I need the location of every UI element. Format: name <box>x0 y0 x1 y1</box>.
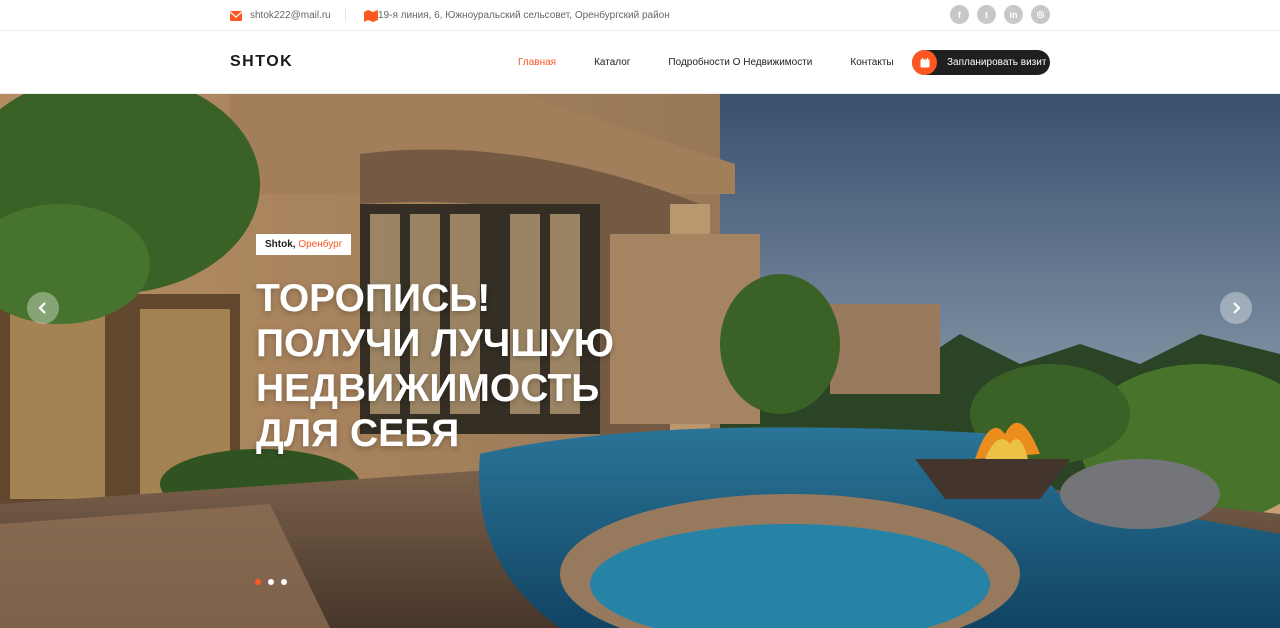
schedule-visit-button[interactable]: Запланировать визит <box>912 50 1050 75</box>
slider-pagination <box>255 579 287 585</box>
social-links: f t in ◎ <box>950 5 1050 24</box>
menu-item-home[interactable]: Главная <box>518 57 556 68</box>
hero-headline: ТОРОПИСЬ! ПОЛУЧИ ЛУЧШУЮ НЕДВИЖИМОСТЬ ДЛЯ… <box>256 276 676 456</box>
address-contact: 19-я линия, 6, Южноуральский сельсовет, … <box>364 0 670 31</box>
slider-next-button[interactable] <box>1220 292 1252 324</box>
tag-brand: Shtok <box>265 239 293 250</box>
top-bar: shtok222@mail.ru 19-я линия, 6, Южноурал… <box>0 0 1280 31</box>
email-text[interactable]: shtok222@mail.ru <box>250 10 331 21</box>
main-navbar: SHTOK Главная Каталог Подробности О Недв… <box>0 31 1280 94</box>
chevron-right-icon <box>1233 302 1241 314</box>
headline-line-1: ТОРОПИСЬ! <box>256 277 491 320</box>
site-logo[interactable]: SHTOK <box>230 53 293 71</box>
headline-line-4: ДЛЯ СЕБЯ <box>256 412 460 455</box>
slider-dot[interactable] <box>268 579 274 585</box>
menu-item-contacts[interactable]: Контакты <box>850 57 893 68</box>
twitter-icon[interactable]: t <box>977 5 996 24</box>
envelope-icon <box>230 10 242 21</box>
tag-city: Оренбург <box>298 239 343 250</box>
menu-item-catalog[interactable]: Каталог <box>594 57 630 68</box>
address-text: 19-я линия, 6, Южноуральский сельсовет, … <box>378 10 670 21</box>
map-icon <box>364 9 378 22</box>
slider-dot[interactable] <box>281 579 287 585</box>
schedule-visit-label: Запланировать визит <box>947 57 1047 68</box>
email-contact[interactable]: shtok222@mail.ru <box>230 0 331 31</box>
hero-slider: Shtok, Оренбург ТОРОПИСЬ! ПОЛУЧИ ЛУЧШУЮ … <box>0 94 1280 628</box>
slider-dot[interactable] <box>255 579 261 585</box>
chevron-left-icon <box>38 302 46 314</box>
hero-location-tag: Shtok, Оренбург <box>256 234 352 255</box>
menu-item-property-details[interactable]: Подробности О Недвижимости <box>668 57 812 68</box>
linkedin-icon[interactable]: in <box>1004 5 1023 24</box>
main-menu: Главная Каталог Подробности О Недвижимос… <box>518 31 932 94</box>
topbar-divider <box>345 8 346 22</box>
headline-line-2: ПОЛУЧИ ЛУЧШУЮ <box>256 322 614 365</box>
instagram-icon[interactable]: ◎ <box>1031 5 1050 24</box>
calendar-icon <box>912 50 937 75</box>
facebook-icon[interactable]: f <box>950 5 969 24</box>
slider-prev-button[interactable] <box>27 292 59 324</box>
headline-line-3: НЕДВИЖИМОСТЬ <box>256 367 600 410</box>
